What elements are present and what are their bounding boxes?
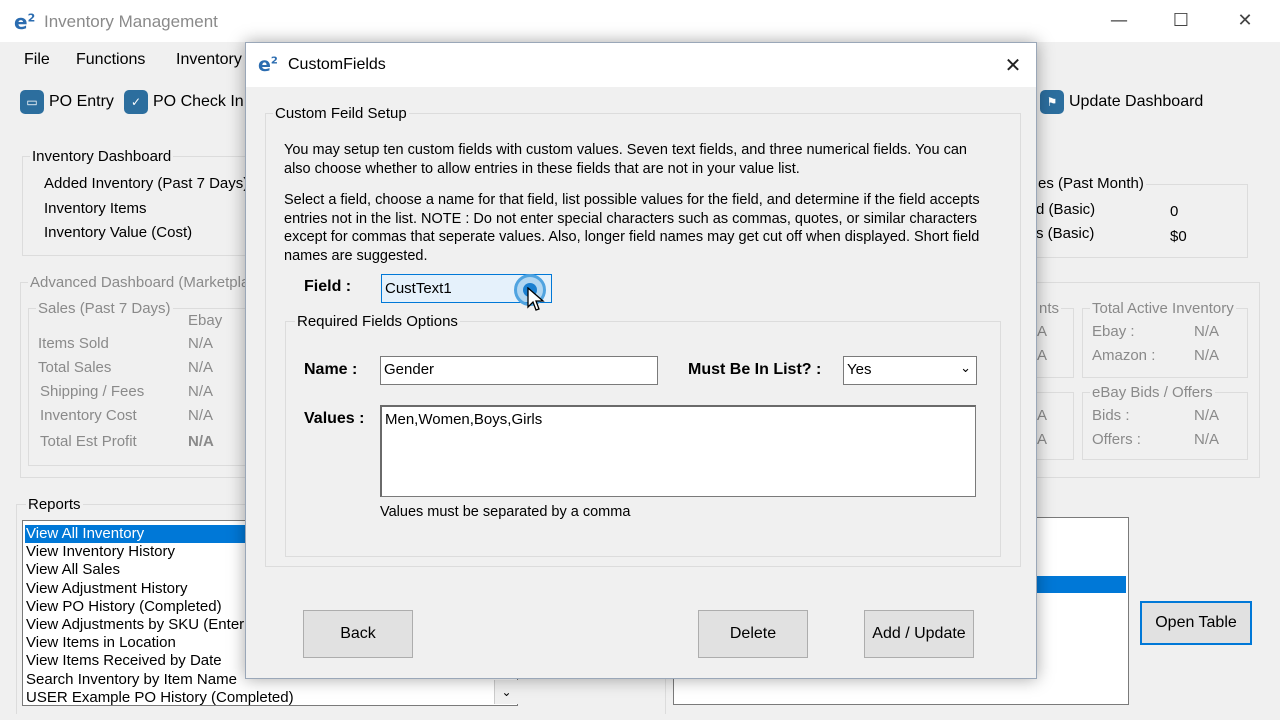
inventory-cost-label: Inventory Cost [40,407,137,424]
partial-value-1: A [1037,323,1048,340]
mouse-cursor-icon [527,287,545,311]
sales-past-month-group [1020,184,1248,258]
must-be-in-list-select[interactable]: Yes ⌄ [843,356,977,385]
intro-paragraph: You may setup ten custom fields with cus… [284,142,967,177]
report-item[interactable]: View Adjustment History [26,580,187,598]
po-entry-icon: ▭ [20,90,44,114]
dialog-title: CustomFields [288,56,386,73]
ebay-bids-title: eBay Bids / Offers [1090,384,1215,401]
po-check-in-button[interactable]: ✓ PO Check In [124,88,244,116]
window-title: Inventory Management [44,12,218,31]
total-active-group [1082,308,1248,378]
sold-basic-value: 0 [1170,203,1179,220]
total-sales-label: Total Sales [38,359,112,376]
partial-value-3: A [1037,407,1048,424]
minimize-icon[interactable]: — [1104,8,1134,34]
offers-value: N/A [1194,431,1220,448]
sales-basic-label: s (Basic) [1036,225,1095,242]
total-active-title: Total Active Inventory [1090,300,1236,317]
must-be-in-list-value: Yes [847,361,872,378]
total-sales-value: N/A [188,359,214,376]
bids-label: Bids : [1092,407,1130,424]
partial-group-title: nts [1037,300,1062,317]
reports-title: Reports [26,496,83,513]
po-entry-button[interactable]: ▭ PO Entry [20,88,114,116]
ebay-bids-group [1082,392,1248,460]
sold-basic-label: d (Basic) [1036,201,1096,218]
partial-value-4: A [1037,431,1048,448]
instructions-paragraph: Select a field, choose a name for that f… [284,192,980,264]
name-input[interactable]: Gender [380,356,658,385]
shipping-fees-label: Shipping / Fees [40,383,145,400]
offers-label: Offers : [1092,431,1141,448]
inventory-items-label: Inventory Items [44,200,147,217]
delete-button[interactable]: Delete [698,610,808,658]
inventory-dashboard-title: Inventory Dashboard [30,148,174,165]
dashboard-icon: ⚑ [1040,90,1064,114]
table-list-selected-row[interactable] [1037,576,1126,593]
update-dashboard-label: Update Dashboard [1069,93,1204,110]
total-est-profit-value: N/A [188,433,214,450]
active-ebay-label: Ebay : [1092,323,1135,340]
report-item[interactable]: USER Example PO History (Completed) [26,689,294,705]
close-icon[interactable]: ✕ [1230,8,1260,34]
values-hint: Values must be separated by a comma [380,504,631,520]
active-ebay-value: N/A [1194,323,1220,340]
ebay-column-header: Ebay [188,312,223,329]
inventory-value-label: Inventory Value (Cost) [44,224,193,241]
update-dashboard-button[interactable]: ⚑ Update Dashboard [1040,88,1203,116]
added-inventory-label: Added Inventory (Past 7 Days) [44,175,249,192]
values-label: Values : [304,410,365,427]
report-item[interactable]: View Inventory History [26,543,175,561]
menu-inventory[interactable]: Inventory [176,51,242,69]
advanced-dashboard-title: Advanced Dashboard (Marketpla [28,274,252,291]
title-bar: e2 Inventory Management — ☐ ✕ [0,0,1280,42]
report-item[interactable]: View PO History (Completed) [26,598,222,616]
report-item[interactable]: View All Sales [26,561,120,579]
partial-value-2: A [1037,347,1048,364]
values-textarea[interactable]: Men,Women,Boys,Girls [380,405,976,497]
sales-past-month-title: es (Past Month) [1036,175,1146,192]
report-item[interactable]: View Items in Location [26,634,176,652]
sales-past-7-title: Sales (Past 7 Days) [36,300,173,317]
report-item-selected[interactable]: View All Inventory [25,525,265,543]
app-logo-icon: e2 [14,10,36,34]
dialog-close-icon[interactable]: ✕ [998,51,1028,79]
must-be-in-list-label: Must Be In List? : [688,361,822,378]
field-label: Field : [304,278,352,295]
dialog-logo-icon: e2 [258,54,278,76]
check-icon: ✓ [124,90,148,114]
po-entry-label: PO Entry [49,93,114,110]
active-amazon-label: Amazon : [1092,347,1156,364]
bids-value: N/A [1194,407,1220,424]
maximize-icon[interactable]: ☐ [1166,8,1196,34]
dialog-title-bar: e2 CustomFields ✕ [246,43,1036,87]
chevron-down-icon: ⌄ [960,361,971,376]
active-amazon-value: N/A [1194,347,1220,364]
menu-functions[interactable]: Functions [76,51,145,69]
custom-field-setup-title: Custom Feild Setup [273,105,409,122]
back-button[interactable]: Back [303,610,413,658]
name-label: Name : [304,361,358,378]
menu-file[interactable]: File [24,51,50,69]
items-sold-value: N/A [188,335,214,352]
custom-fields-dialog: e2 CustomFields ✕ Custom Feild Setup You… [245,42,1037,679]
report-item[interactable]: View Items Received by Date [26,652,222,670]
report-item[interactable]: Search Inventory by Item Name [26,671,237,689]
inventory-cost-value: N/A [188,407,214,424]
po-check-in-label: PO Check In [153,93,244,110]
open-table-button[interactable]: Open Table [1140,601,1252,645]
report-item[interactable]: View Adjustments by SKU (Enter [26,616,244,634]
add-update-button[interactable]: Add / Update [864,610,974,658]
total-est-profit-label: Total Est Profit [40,433,137,450]
required-fields-title: Required Fields Options [295,313,460,330]
reports-dropdown-icon[interactable]: ⌄ [494,680,518,704]
sales-basic-value: $0 [1170,228,1187,245]
items-sold-label: Items Sold [38,335,109,352]
shipping-fees-value: N/A [188,383,214,400]
